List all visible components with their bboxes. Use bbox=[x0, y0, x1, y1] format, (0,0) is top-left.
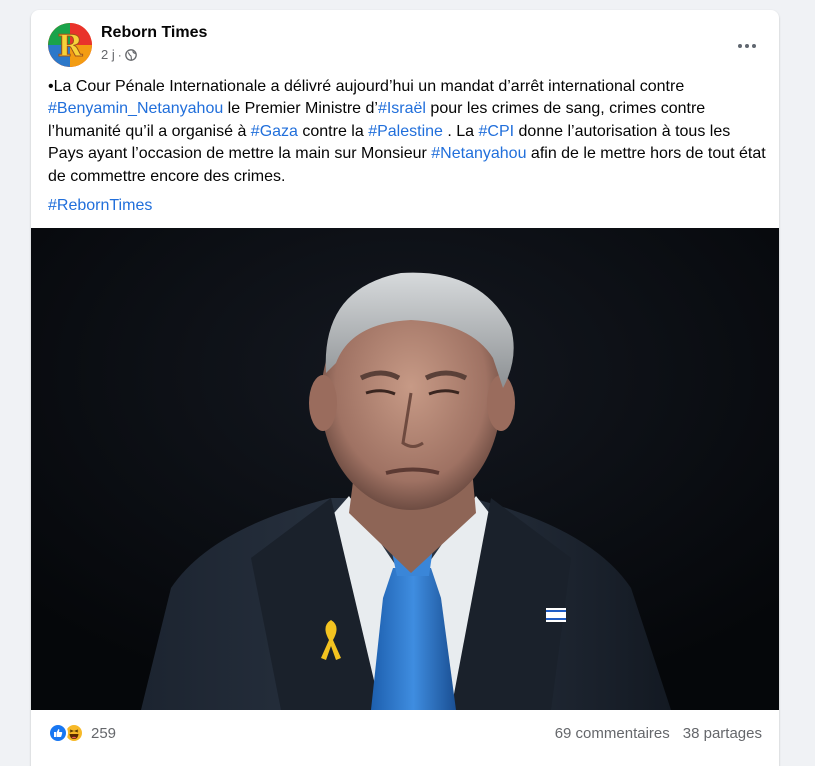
hashtag-link[interactable]: #Netanyahou bbox=[431, 145, 526, 162]
globe-icon bbox=[124, 48, 137, 61]
page-name[interactable]: Reborn Times bbox=[101, 24, 207, 42]
post-card: R Reborn Times 2 j · •La Cour Pénale Int… bbox=[31, 10, 779, 766]
post-text-part: contre la bbox=[297, 122, 369, 140]
meta-separator: · bbox=[117, 47, 122, 62]
hashtag-link-reborntimes[interactable]: #RebornTimes bbox=[48, 197, 152, 214]
post-text-part: . La bbox=[442, 122, 479, 140]
hashtag-link[interactable]: #Benyamin_Netanyahou bbox=[48, 100, 223, 117]
hashtag-line: #RebornTimes bbox=[48, 195, 152, 217]
post-text-part: le Premier Ministre d’ bbox=[223, 100, 378, 118]
like-icon bbox=[48, 723, 68, 743]
hashtag-link[interactable]: #Israël bbox=[378, 100, 426, 117]
post-text: •La Cour Pénale Internationale a délivré… bbox=[48, 76, 768, 188]
post-header: R Reborn Times 2 j · bbox=[31, 10, 779, 74]
post-footer: 259 69 commentaires 38 partages bbox=[31, 710, 779, 758]
engagement-stats: 69 commentaires 38 partages bbox=[555, 725, 762, 742]
reaction-count: 259 bbox=[91, 724, 117, 742]
hashtag-link[interactable]: #Gaza bbox=[251, 123, 298, 140]
page-avatar[interactable]: R bbox=[48, 23, 92, 67]
post-text-part: •La Cour Pénale Internationale a délivré… bbox=[48, 78, 685, 95]
shares-count-link[interactable]: 38 partages bbox=[683, 725, 762, 742]
svg-text:R: R bbox=[58, 29, 84, 64]
post-meta: 2 j · bbox=[101, 47, 137, 62]
post-photo[interactable] bbox=[31, 228, 779, 710]
more-horizontal-icon bbox=[745, 44, 749, 48]
more-horizontal-icon bbox=[752, 44, 756, 48]
hashtag-link[interactable]: #CPI bbox=[479, 123, 515, 140]
comments-count-link[interactable]: 69 commentaires bbox=[555, 725, 670, 742]
more-options-button[interactable] bbox=[729, 28, 765, 64]
hashtag-link[interactable]: #Palestine bbox=[368, 123, 443, 140]
more-horizontal-icon bbox=[738, 44, 742, 48]
post-time[interactable]: 2 j bbox=[101, 47, 115, 62]
reactions-summary[interactable]: 259 bbox=[48, 723, 116, 743]
